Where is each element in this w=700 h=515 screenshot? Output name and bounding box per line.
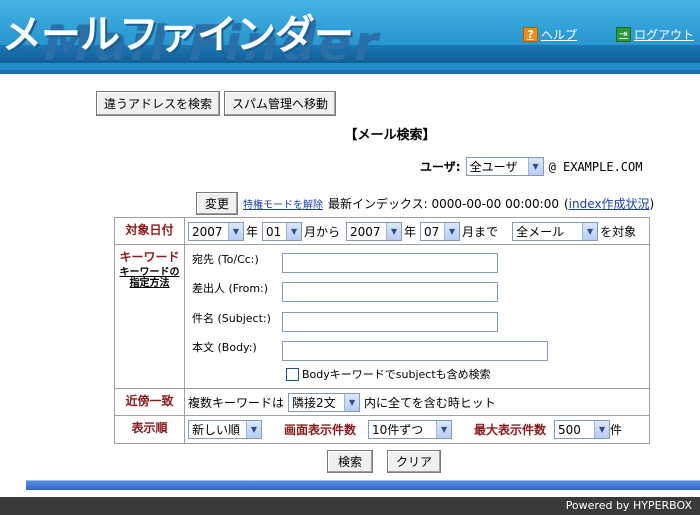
- latest-index-text: 最新インデックス: 0000-00-00 00:00:00: [328, 197, 559, 211]
- max-results-suffix: 件: [610, 423, 623, 437]
- date-range-row: 対象日付 2007 ▼ 年 01 ▼ 月から 2007 ▼ 年 07 ▼ 月まで…: [115, 218, 649, 245]
- date-range-label: 対象日付: [115, 218, 185, 244]
- from-year-value: 2007: [192, 224, 223, 239]
- from-month-value: 01: [266, 224, 282, 239]
- from-year-select[interactable]: 2007 ▼: [188, 222, 244, 241]
- logout-icon: ⇥: [616, 27, 631, 42]
- to-year-select[interactable]: 2007 ▼: [346, 222, 403, 241]
- index-status-paren-close: ): [649, 196, 655, 211]
- keyword-label-cell: キーワード キーワードの指定方法: [115, 245, 185, 388]
- include-subject-label: Bodyキーワードでsubjectも含め検索: [302, 368, 491, 381]
- from-field-label: 差出人 (From:): [192, 282, 269, 295]
- from-suffix: 月から: [304, 225, 341, 239]
- chevron-down-icon: ▼: [527, 158, 543, 175]
- to-field-label: 宛先 (To/Cc:): [192, 253, 259, 266]
- help-label: ヘルプ: [541, 28, 578, 42]
- to-year-value: 2007: [350, 224, 381, 239]
- proximity-select[interactable]: 隣接2文 ▼: [288, 393, 361, 412]
- app-header: Mail Finder メールファインダー ? ヘルプ ⇥ ログアウト: [0, 0, 700, 74]
- year-suffix: 年: [246, 225, 259, 239]
- max-results-value: 500: [558, 422, 581, 437]
- date-range-cell: 2007 ▼ 年 01 ▼ 月から 2007 ▼ 年 07 ▼ 月まで 全メール…: [186, 218, 649, 244]
- proximity-prefix: 複数キーワードは: [188, 396, 285, 410]
- help-icon: ?: [523, 27, 538, 42]
- from-field-input[interactable]: [282, 282, 498, 302]
- display-cell: 新しい順 ▼ 画面表示件数 10件ずつ ▼ 最大表示件数 500 ▼ 件: [186, 416, 649, 443]
- chevron-down-icon: ▼: [286, 223, 302, 240]
- user-selector-row: ユーザ: 全ユーザ ▼ @ EXAMPLE.COM: [420, 157, 642, 176]
- subject-field-label: 件名 (Subject:): [192, 312, 271, 325]
- logout-link[interactable]: ⇥ ログアウト: [616, 26, 694, 43]
- proximity-label: 近傍一致: [115, 389, 185, 415]
- include-subject-checkbox[interactable]: [286, 367, 299, 381]
- body-field-label: 本文 (Body:): [192, 341, 257, 354]
- per-page-select[interactable]: 10件ずつ ▼: [368, 420, 453, 439]
- go-spam-management-button[interactable]: スパム管理へ移動: [224, 91, 337, 116]
- to-suffix: 月まで: [462, 225, 499, 239]
- keyword-row: キーワード キーワードの指定方法 宛先 (To/Cc:) 差出人 (From:)…: [115, 245, 649, 389]
- max-results-select[interactable]: 500 ▼: [554, 420, 611, 439]
- chevron-down-icon: ▼: [582, 223, 598, 240]
- display-row: 表示順 新しい順 ▼ 画面表示件数 10件ずつ ▼ 最大表示件数 500 ▼ 件: [115, 416, 649, 443]
- to-month-value: 07: [424, 224, 440, 239]
- top-button-group: 違うアドレスを検索 スパム管理へ移動: [96, 91, 337, 116]
- chevron-down-icon: ▼: [228, 223, 243, 240]
- powered-by-text: Powered by HYPERBOX: [565, 499, 692, 512]
- to-month-select[interactable]: 07 ▼: [420, 222, 461, 241]
- chevron-down-icon: ▼: [246, 421, 261, 438]
- mail-type-value: 全メール: [516, 225, 565, 239]
- per-page-value: 10件ずつ: [372, 423, 424, 437]
- chevron-down-icon: ▼: [444, 223, 460, 240]
- status-row: 変更 特権モードを解除 最新インデックス: 0000-00-00 00:00:0…: [196, 192, 654, 215]
- chevron-down-icon: ▼: [594, 421, 610, 438]
- subject-field-input[interactable]: [282, 312, 498, 332]
- proximity-cell: 複数キーワードは 隣接2文 ▼ 内に全てを含む時ヒット: [186, 389, 649, 415]
- index-status-link[interactable]: index作成状況: [569, 195, 650, 212]
- search-other-address-button[interactable]: 違うアドレスを検索: [96, 91, 221, 116]
- release-privilege-mode-link[interactable]: 特権モードを解除: [243, 196, 323, 211]
- year-suffix: 年: [404, 225, 417, 239]
- user-label: ユーザ:: [420, 160, 461, 174]
- clear-button[interactable]: クリア: [387, 450, 442, 473]
- action-buttons: 検索 クリア: [327, 450, 442, 473]
- user-select-value: 全ユーザ: [469, 160, 518, 174]
- display-order-select[interactable]: 新しい順 ▼: [188, 420, 262, 439]
- logout-label: ログアウト: [634, 28, 695, 42]
- footer: Powered by HYPERBOX: [0, 497, 700, 515]
- display-order-value: 新しい順: [192, 423, 241, 437]
- app-logo-title: メールファインダー: [2, 12, 354, 58]
- keyword-label: キーワード: [119, 250, 180, 264]
- mail-type-select[interactable]: 全メール ▼: [512, 222, 599, 241]
- from-month-select[interactable]: 01 ▼: [262, 222, 303, 241]
- keyword-how-to-link[interactable]: キーワードの指定方法: [115, 267, 184, 289]
- body-field-input[interactable]: [282, 341, 548, 361]
- search-button[interactable]: 検索: [327, 450, 374, 473]
- page-title: 【メール検索】: [344, 128, 436, 143]
- max-results-label: 最大表示件数: [474, 423, 547, 437]
- proximity-suffix: 内に全てを含む時ヒット: [364, 396, 496, 410]
- chevron-down-icon: ▼: [344, 394, 360, 411]
- per-page-label: 画面表示件数: [284, 423, 357, 437]
- user-select[interactable]: 全ユーザ ▼: [465, 157, 544, 176]
- bottom-bar: [26, 480, 700, 490]
- keyword-cell: 宛先 (To/Cc:) 差出人 (From:) 件名 (Subject:) 本文…: [186, 245, 649, 388]
- help-link[interactable]: ? ヘルプ: [523, 26, 577, 43]
- display-order-label: 表示順: [115, 416, 185, 443]
- chevron-down-icon: ▼: [436, 421, 452, 438]
- to-field-input[interactable]: [282, 253, 498, 273]
- chevron-down-icon: ▼: [386, 223, 402, 240]
- proximity-select-value: 隣接2文: [292, 396, 336, 410]
- proximity-row: 近傍一致 複数キーワードは 隣接2文 ▼ 内に全てを含む時ヒット: [115, 389, 649, 416]
- search-form-table: 対象日付 2007 ▼ 年 01 ▼ 月から 2007 ▼ 年 07 ▼ 月まで…: [114, 217, 650, 444]
- change-button[interactable]: 変更: [196, 192, 239, 215]
- domain-text: @ EXAMPLE.COM: [548, 159, 643, 174]
- target-suffix: を対象: [600, 225, 637, 239]
